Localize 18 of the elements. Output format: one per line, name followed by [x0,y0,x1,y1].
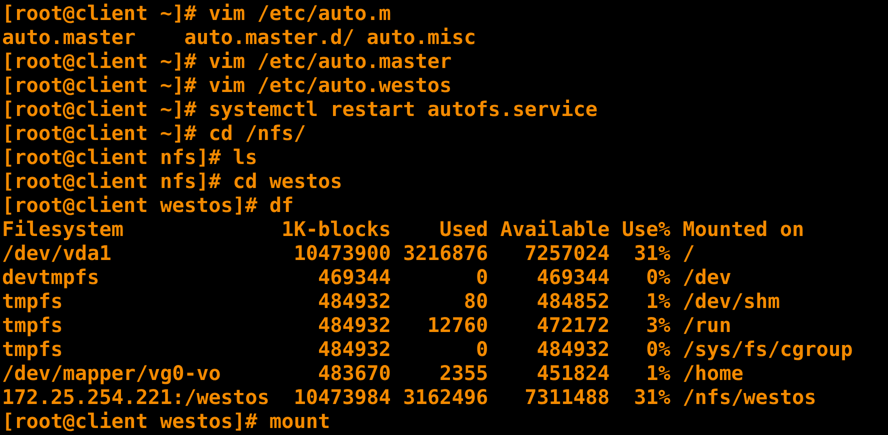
terminal-line: /dev/vda1 10473900 3216876 7257024 31% / [2,241,695,265]
terminal-line: /dev/mapper/vg0-vo 483670 2355 451824 1% /home [2,361,744,385]
terminal-line: [root@client ~]# vim /etc/auto.master [2,49,452,73]
terminal-line: [root@client ~]# systemctl restart autofs.service [2,97,598,121]
terminal-line: Filesystem 1K-blocks Used Available Use% Mounted on [2,217,804,241]
terminal-line: tmpfs 484932 12760 472172 3% /run [2,313,732,337]
terminal-line: [root@client ~]# vim /etc/auto.m [2,1,391,25]
terminal-line: [root@client westos]# df [2,193,294,217]
terminal-line: tmpfs 484932 80 484852 1% /dev/shm [2,289,780,313]
terminal-line: tmpfs 484932 0 484932 0% /sys/fs/cgroup [2,337,853,361]
terminal-line: auto.master auto.master.d/ auto.misc [2,25,476,49]
terminal-line: devtmpfs 469344 0 469344 0% /dev [2,265,732,289]
terminal-line: 172.25.254.221:/westos 10473984 3162496 7311488 31% /nfs/westos [2,385,816,409]
terminal-line: [root@client westos]# mount [2,409,330,433]
terminal-line: [root@client ~]# cd /nfs/ [2,121,306,145]
terminal-line: [root@client ~]# vim /etc/auto.westos [2,73,452,97]
terminal-line: [root@client nfs]# ls [2,145,258,169]
terminal-line: [root@client nfs]# cd westos [2,169,342,193]
